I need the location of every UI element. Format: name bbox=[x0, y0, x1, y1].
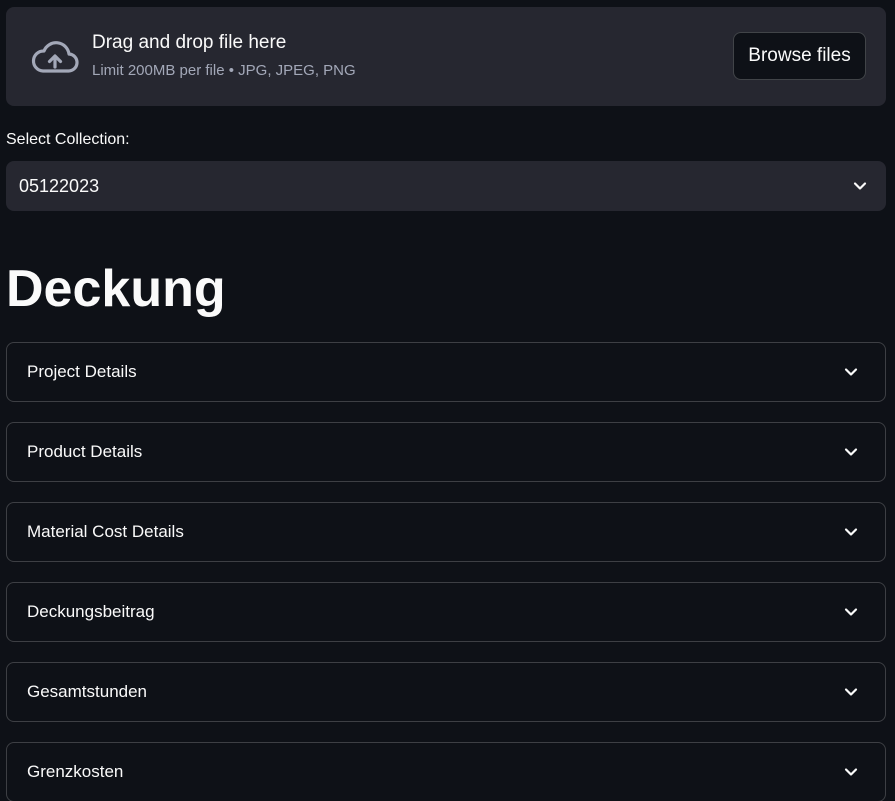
expander-label: Material Cost Details bbox=[27, 522, 184, 541]
expander-grenzkosten[interactable]: Grenzkosten bbox=[6, 742, 886, 801]
file-dropzone[interactable]: Drag and drop file here Limit 200MB per … bbox=[6, 7, 886, 106]
expander-label: Product Details bbox=[27, 442, 143, 461]
dropzone-title: Drag and drop file here bbox=[92, 32, 287, 53]
browse-files-button[interactable]: Browse files bbox=[733, 32, 866, 80]
chevron-down-icon bbox=[844, 688, 858, 696]
expander-material-cost-details[interactable]: Material Cost Details bbox=[6, 502, 886, 562]
select-collection-label: Select Collection: bbox=[6, 131, 130, 148]
expander-project-details[interactable]: Project Details bbox=[6, 342, 886, 402]
collection-select-value: 05122023 bbox=[19, 175, 100, 196]
chevron-down-icon bbox=[844, 768, 858, 776]
chevron-down-icon bbox=[844, 528, 858, 536]
app-page: Drag and drop file here Limit 200MB per … bbox=[0, 0, 895, 801]
dropzone-text: Drag and drop file here Limit 200MB per … bbox=[92, 31, 356, 80]
expander-product-details[interactable]: Product Details bbox=[6, 422, 886, 482]
chevron-down-icon bbox=[844, 368, 858, 376]
collection-select[interactable]: 05122023 bbox=[6, 161, 886, 211]
expander-deckungsbeitrag[interactable]: Deckungsbeitrag bbox=[6, 582, 886, 642]
expander-gesamtstunden[interactable]: Gesamtstunden bbox=[6, 662, 886, 722]
chevron-down-icon bbox=[853, 182, 867, 190]
chevron-down-icon bbox=[844, 608, 858, 616]
dropzone-limit-text: Limit 200MB per file • JPG, JPEG, PNG bbox=[92, 62, 356, 79]
expander-label: Project Details bbox=[27, 362, 137, 381]
expander-label: Deckungsbeitrag bbox=[27, 602, 155, 621]
chevron-down-icon bbox=[844, 448, 858, 456]
expander-label: Gesamtstunden bbox=[27, 682, 148, 701]
page-title: Deckung bbox=[6, 260, 226, 318]
cloud-upload-icon bbox=[31, 41, 79, 73]
expander-label: Grenzkosten bbox=[27, 762, 124, 781]
